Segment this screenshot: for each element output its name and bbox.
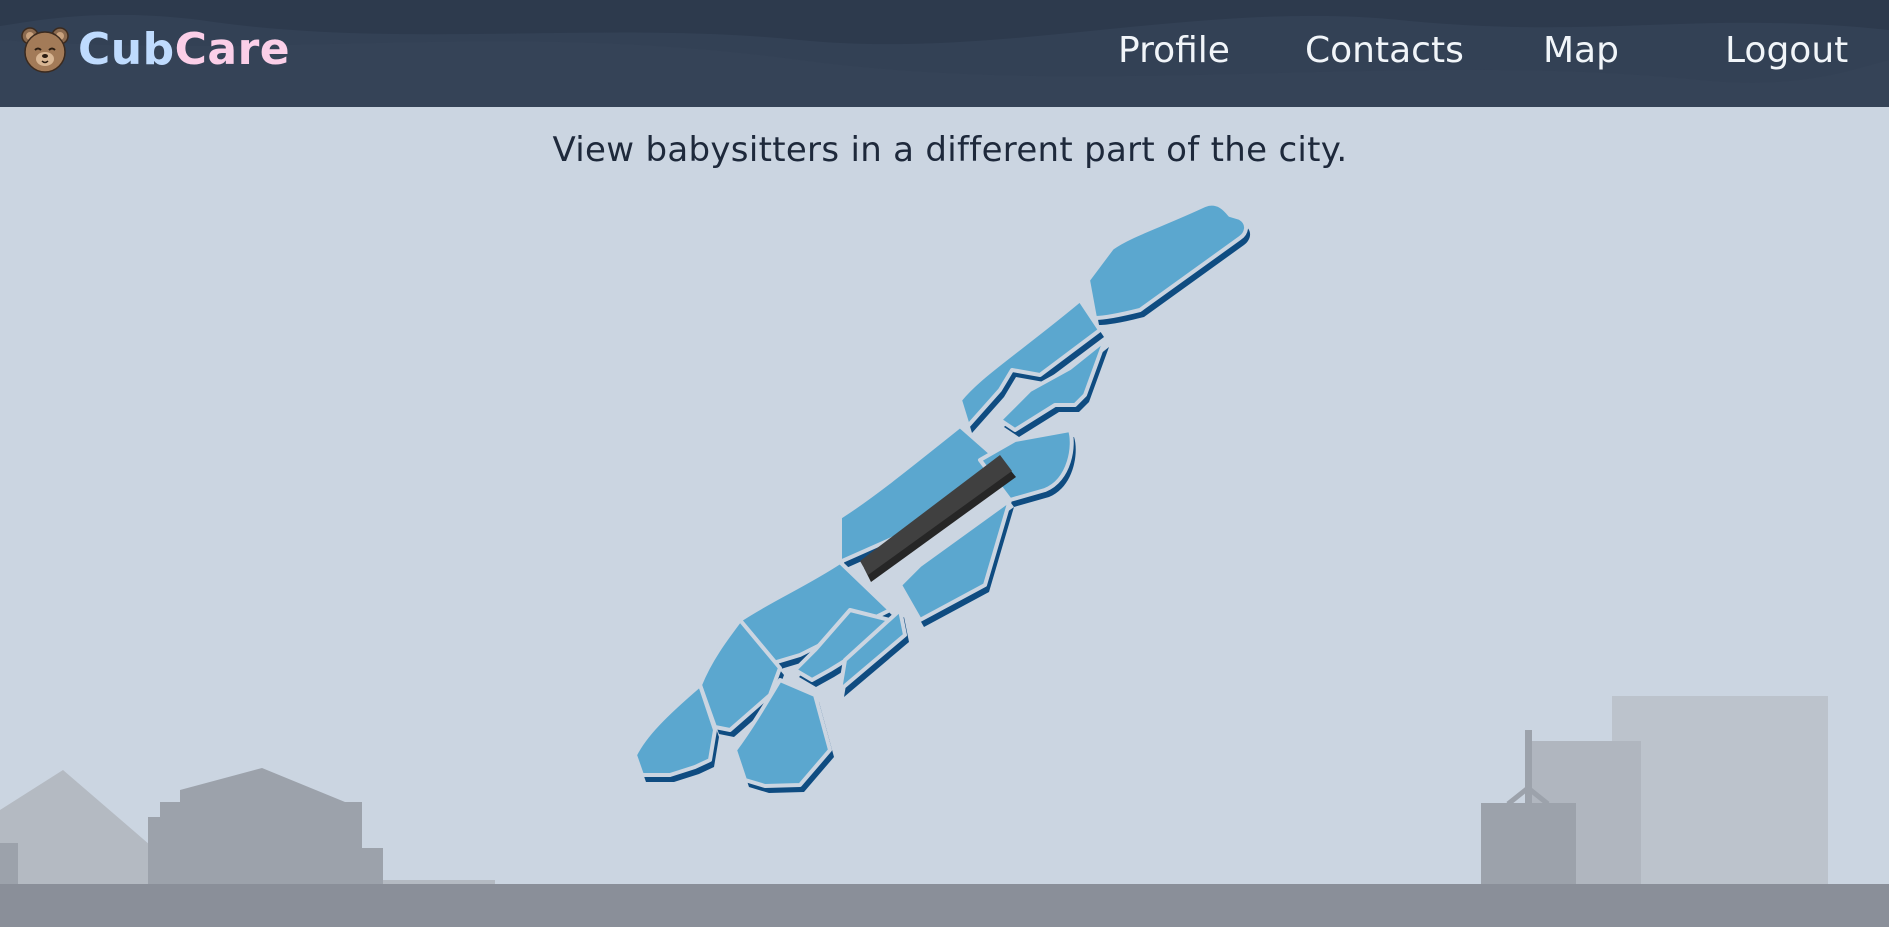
ground-strip xyxy=(0,884,1889,927)
bear-face-icon xyxy=(21,27,69,73)
neighborhood-inwood[interactable] xyxy=(1086,201,1248,320)
navbar: CubCare Profile Contacts Map Logout xyxy=(0,0,1889,107)
nav-link-logout[interactable]: Logout xyxy=(1725,26,1848,76)
brand-logo[interactable]: CubCare xyxy=(20,22,290,78)
nav-link-profile[interactable]: Profile xyxy=(1118,26,1230,76)
neighborhood-map[interactable] xyxy=(600,190,1300,810)
nav-link-contacts[interactable]: Contacts xyxy=(1305,26,1464,76)
nav-link-map[interactable]: Map xyxy=(1543,26,1619,76)
neighborhood-financial-district[interactable] xyxy=(633,683,717,777)
brand-name-care: Care xyxy=(174,24,291,75)
page-heading: View babysitters in a different part of … xyxy=(552,130,1348,170)
brand-name-cub: Cub xyxy=(78,24,175,75)
